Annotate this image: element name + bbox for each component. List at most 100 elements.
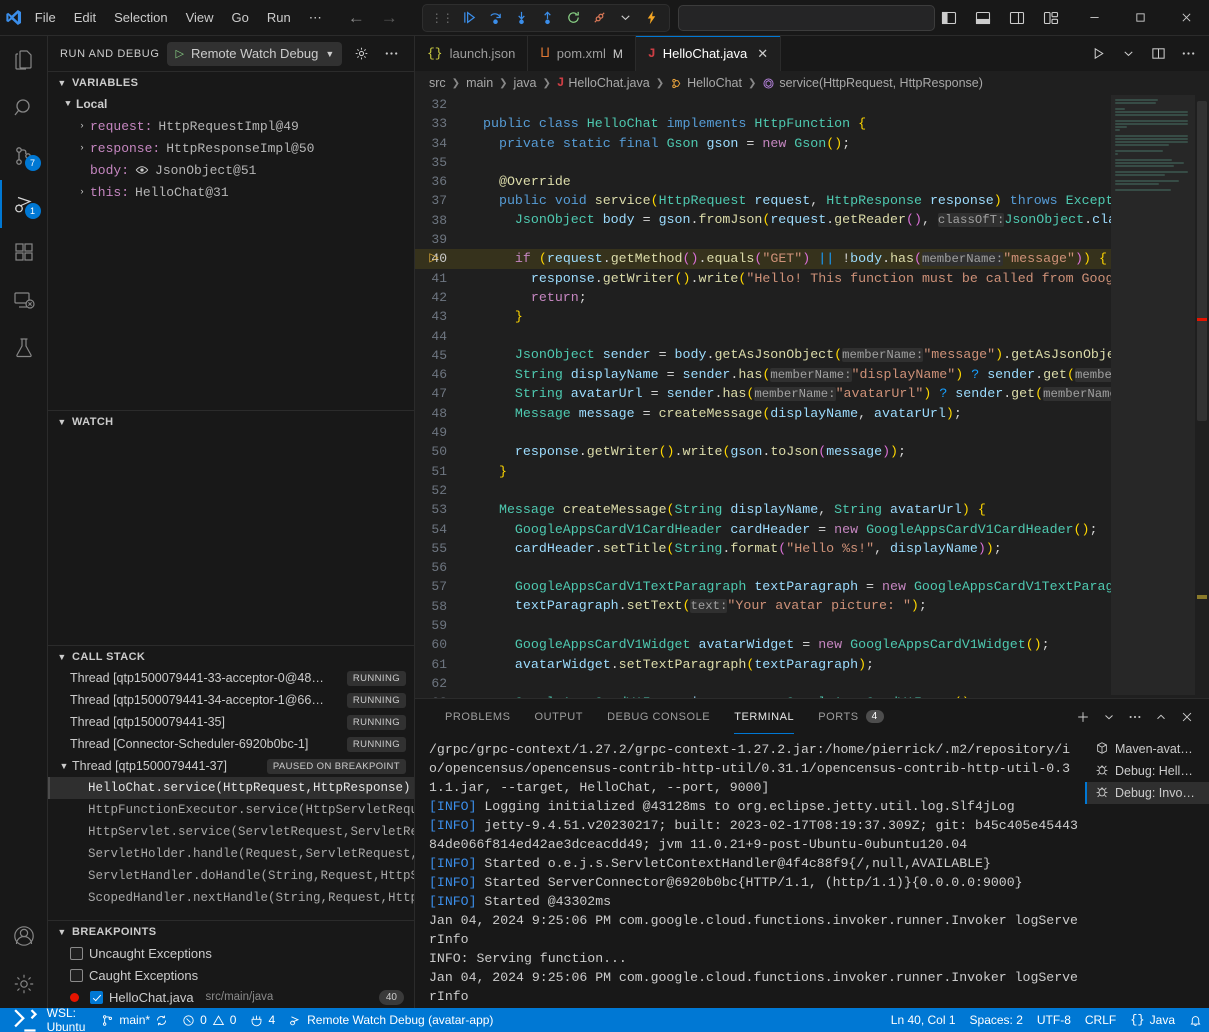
code-text[interactable]: GoogleAppsCardV1CardHeader cardHeader = … (461, 520, 1097, 539)
code-text[interactable]: public void service(HttpRequest request,… (461, 191, 1111, 210)
scrollbar-thumb[interactable] (1197, 101, 1207, 421)
menu-run[interactable]: Run (259, 7, 299, 28)
code-line[interactable]: 59 (415, 616, 1111, 635)
status-notifications[interactable] (1182, 1008, 1209, 1032)
code-text[interactable]: response.getWriter().write(gson.toJson(m… (461, 442, 906, 461)
breadcrumb-main[interactable]: main (466, 76, 493, 90)
code-line[interactable]: 49 (415, 423, 1111, 442)
stack-frame-row[interactable]: HttpFunctionExecutor.service(HttpServlet… (48, 799, 414, 821)
minimize-button[interactable] (1071, 0, 1117, 36)
minimap[interactable] (1111, 95, 1209, 698)
close-button[interactable] (1163, 0, 1209, 36)
expand-arrow-icon[interactable]: › (74, 143, 90, 153)
tab-debug-console[interactable]: DEBUG CONSOLE (595, 699, 722, 734)
code-line[interactable]: 60 GoogleAppsCardV1Widget avatarWidget =… (415, 635, 1111, 654)
tab-output[interactable]: OUTPUT (523, 699, 596, 734)
chevron-down-icon[interactable]: ▼ (56, 761, 72, 771)
thread-row[interactable]: Thread [qtp1500079441-35] RUNNING (48, 711, 414, 733)
toggle-primary-sidebar-icon[interactable] (935, 5, 963, 31)
code-line[interactable]: 43 } (415, 307, 1111, 326)
terminal-item-debug-hello[interactable]: Debug: Hell… (1085, 760, 1209, 782)
breadcrumb-file[interactable]: J HelloChat.java (557, 76, 650, 90)
activity-extensions[interactable] (0, 228, 48, 276)
code-text[interactable]: return; (461, 288, 587, 307)
command-center-search[interactable] (678, 5, 935, 31)
menu-edit[interactable]: Edit (66, 7, 104, 28)
code-text[interactable]: GoogleAppsCardV1Widget avatarWidget = ne… (461, 635, 1050, 654)
code-line[interactable]: 63 GoogleAppsCardV1Image image = new Goo… (415, 693, 1111, 698)
breakpoint-checkbox[interactable] (70, 969, 83, 982)
code-line[interactable]: 45 JsonObject sender = body.getAsJsonObj… (415, 346, 1111, 365)
breakpoint-row[interactable]: HelloChat.java src/main/java 40 (48, 986, 414, 1008)
activity-source-control[interactable]: 7 (0, 132, 48, 180)
go-forward-icon[interactable]: → (381, 9, 398, 26)
menu-more[interactable]: ⋯ (301, 7, 330, 29)
code-line[interactable]: 44 (415, 327, 1111, 346)
code-line[interactable]: 48 Message message = createMessage(displ… (415, 404, 1111, 423)
stack-frame-row[interactable]: ServletHolder.handle(Request,ServletRequ… (48, 843, 414, 865)
status-indentation[interactable]: Spaces: 2 (963, 1008, 1030, 1032)
thread-row[interactable]: Thread [qtp1500079441-33-acceptor-0@48… … (48, 667, 414, 689)
thread-row-paused[interactable]: ▼ Thread [qtp1500079441-37] PAUSED ON BR… (48, 755, 414, 777)
code-text[interactable]: if (request.getMethod().equals("GET") ||… (461, 249, 1111, 269)
activity-testing[interactable] (0, 324, 48, 372)
code-text[interactable]: JsonObject sender = body.getAsJsonObject… (461, 345, 1111, 365)
code-line[interactable]: 53 Message createMessage(String displayN… (415, 500, 1111, 519)
activity-run-and-debug[interactable]: 1 (0, 180, 48, 228)
expand-arrow-icon[interactable]: › (74, 121, 90, 131)
stack-frame-row[interactable]: ServletHandler.doHandle(String,Request,H… (48, 865, 414, 887)
stack-frame-row[interactable]: HelloChat.service(HttpRequest,HttpRespon… (48, 777, 414, 799)
code-line[interactable]: 52 (415, 481, 1111, 500)
activity-explorer[interactable] (0, 36, 48, 84)
section-breakpoints-header[interactable]: ▼ BREAKPOINTS (48, 920, 414, 942)
status-eol[interactable]: CRLF (1078, 1008, 1123, 1032)
code-text[interactable]: String displayName = sender.has(memberNa… (461, 365, 1111, 385)
status-branch[interactable]: main* (94, 1008, 175, 1032)
code-line[interactable]: 46 String displayName = sender.has(membe… (415, 365, 1111, 384)
chevron-down-icon[interactable]: ▼ (325, 49, 334, 59)
code-line[interactable]: 37 public void service(HttpRequest reque… (415, 191, 1111, 210)
close-icon[interactable]: ✕ (757, 46, 768, 62)
code-text[interactable]: cardHeader.setTitle(String.format("Hello… (461, 539, 1002, 558)
section-callstack-header[interactable]: ▼ CALL STACK (48, 645, 414, 667)
maximize-button[interactable] (1117, 0, 1163, 36)
code-text[interactable]: public class HelloChat implements HttpFu… (461, 114, 866, 133)
breakpoint-checkbox[interactable] (70, 947, 83, 960)
code-line[interactable]: 57 GoogleAppsCardV1TextParagraph textPar… (415, 577, 1111, 596)
code-text[interactable]: String avatarUrl = sender.has(memberName… (461, 384, 1111, 404)
run-java-icon[interactable] (1085, 41, 1111, 67)
activity-settings[interactable] (0, 960, 48, 1008)
maximize-panel-icon[interactable] (1149, 705, 1173, 729)
status-problems[interactable]: 0 0 (175, 1008, 243, 1032)
step-out-icon[interactable] (535, 6, 561, 30)
section-variables-header[interactable]: ▼ VARIABLES (48, 71, 414, 93)
code-line[interactable]: 58 textParagraph.setText(text:"Your avat… (415, 597, 1111, 616)
variable-row[interactable]: › request: HttpRequestImpl@49 (48, 115, 414, 137)
code-line[interactable]: 62 (415, 674, 1111, 693)
thread-row[interactable]: Thread [Connector-Scheduler-6920b0bc-1] … (48, 733, 414, 755)
code-line[interactable]: 38 JsonObject body = gson.fromJson(reque… (415, 211, 1111, 230)
code-editor[interactable]: 3233public class HelloChat implements Ht… (415, 95, 1209, 698)
terminal-item-debug-invoker[interactable]: Debug: Invo… (1085, 782, 1209, 804)
menu-go[interactable]: Go (224, 7, 257, 28)
code-text[interactable]: JsonObject body = gson.fromJson(request.… (461, 210, 1111, 230)
tab-pom-xml[interactable]: ⨿ pom.xml M (528, 36, 636, 71)
chevron-down-icon[interactable] (613, 6, 639, 30)
section-watch-header[interactable]: ▼ WATCH (48, 410, 414, 432)
code-line[interactable]: 61 avatarWidget.setTextParagraph(textPar… (415, 655, 1111, 674)
code-line[interactable]: 39 (415, 230, 1111, 249)
code-text[interactable]: response.getWriter().write("Hello! This … (461, 269, 1111, 288)
code-text[interactable]: @Override (461, 172, 571, 191)
activity-remote-explorer[interactable] (0, 276, 48, 324)
thread-row[interactable]: Thread [qtp1500079441-34-acceptor-1@66… … (48, 689, 414, 711)
menu-selection[interactable]: Selection (106, 7, 175, 28)
breadcrumb-src[interactable]: src (429, 76, 446, 90)
minimap-slider[interactable] (1111, 95, 1201, 695)
code-line[interactable]: 32 (415, 95, 1111, 114)
variables-scope-local[interactable]: ▼ Local (48, 93, 414, 115)
lazy-eye-icon[interactable] (135, 163, 149, 177)
code-line[interactable]: 33public class HelloChat implements Http… (415, 114, 1111, 133)
code-lines-container[interactable]: 3233public class HelloChat implements Ht… (415, 95, 1111, 698)
code-text[interactable]: Message message = createMessage(displayN… (461, 404, 962, 423)
status-debug-session[interactable]: Remote Watch Debug (avatar-app) (282, 1008, 500, 1032)
